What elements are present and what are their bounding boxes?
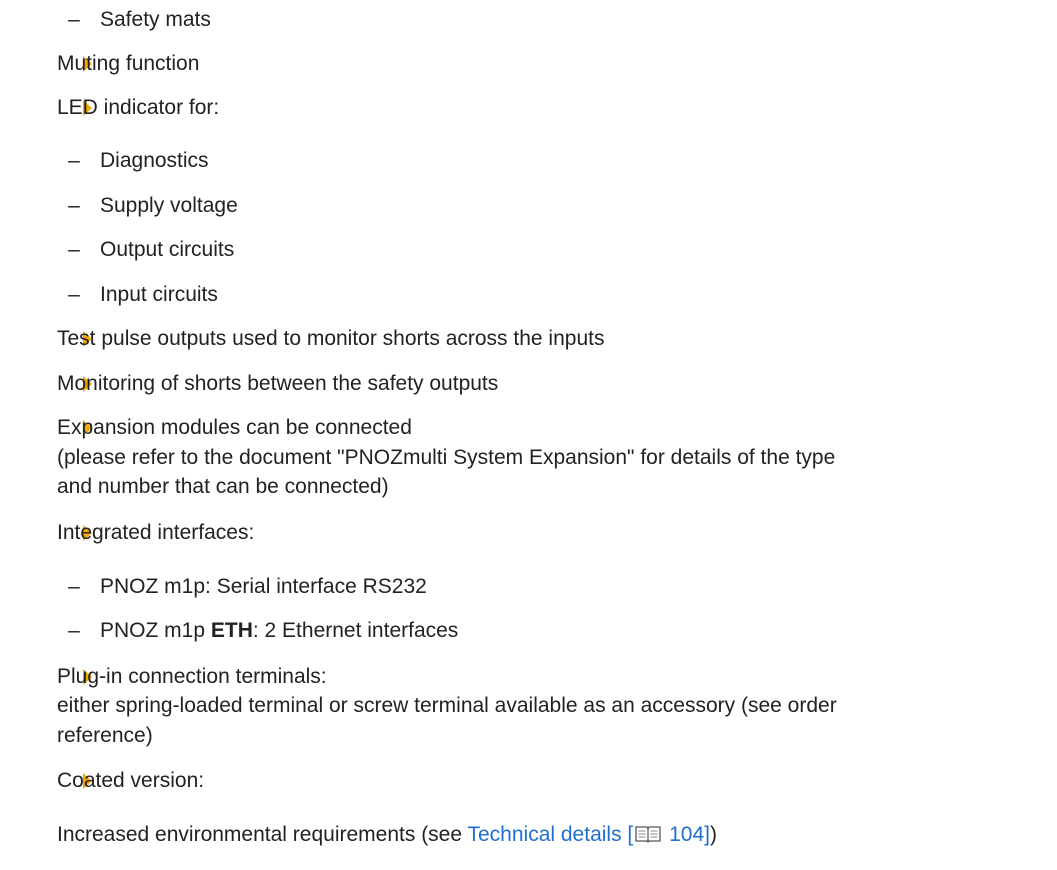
dash-marker: – [68, 8, 80, 31]
dash-marker: – [68, 575, 80, 598]
list-item-label: reference) [57, 724, 153, 747]
eth-prefix: PNOZ m1p [100, 619, 211, 642]
list-item-label: Input circuits [100, 283, 218, 306]
eth-bold: ETH [210, 619, 253, 642]
document-page: { "items": { "safety_mats": "Safety mats… [0, 0, 1057, 870]
increased-prefix: Increased environmental requirements (se… [57, 823, 468, 846]
list-item-label: Safety mats [100, 8, 211, 31]
list-item-label: either spring-loaded terminal or screw t… [57, 694, 837, 717]
dash-marker: – [68, 194, 80, 217]
technical-details-link[interactable]: Technical details [ 104] [468, 823, 710, 846]
list-item-label: Monitoring of shorts between the safety … [57, 372, 499, 395]
dash-marker: – [68, 619, 80, 642]
list-item-label: and number that can be connected) [57, 475, 389, 498]
list-item-label: Muting function [57, 52, 200, 75]
list-item-label: LED indicator for: [57, 96, 220, 119]
technical-page-ref: 104] [663, 823, 710, 846]
dash-marker: – [68, 283, 80, 306]
list-item-label: Integrated interfaces: [57, 521, 255, 544]
list-item-label: Expansion modules can be connected [57, 416, 412, 439]
dash-marker: – [68, 238, 80, 261]
list-item-label: Increased environmental requirements (se… [57, 822, 717, 848]
list-item-label: (please refer to the document "PNOZmulti… [57, 446, 836, 469]
list-item-label: Supply voltage [100, 194, 238, 217]
increased-suffix: ) [709, 823, 717, 846]
eth-suffix: : 2 Ethernet interfaces [252, 619, 459, 642]
technical-link-label: Technical details [ [467, 823, 634, 846]
list-item-label: Diagnostics [100, 149, 209, 172]
list-item-label: Output circuits [100, 238, 235, 261]
list-item-label: Plug-in connection terminals: [57, 665, 327, 688]
list-item-label: PNOZ m1p ETH: 2 Ethernet interfaces [100, 618, 458, 644]
list-item-label: Coated version: [57, 769, 205, 792]
book-icon [635, 826, 661, 843]
list-item-label: Test pulse outputs used to monitor short… [57, 327, 605, 350]
list-item-label: PNOZ m1p: Serial interface RS232 [100, 575, 427, 598]
dash-marker: – [68, 149, 80, 172]
